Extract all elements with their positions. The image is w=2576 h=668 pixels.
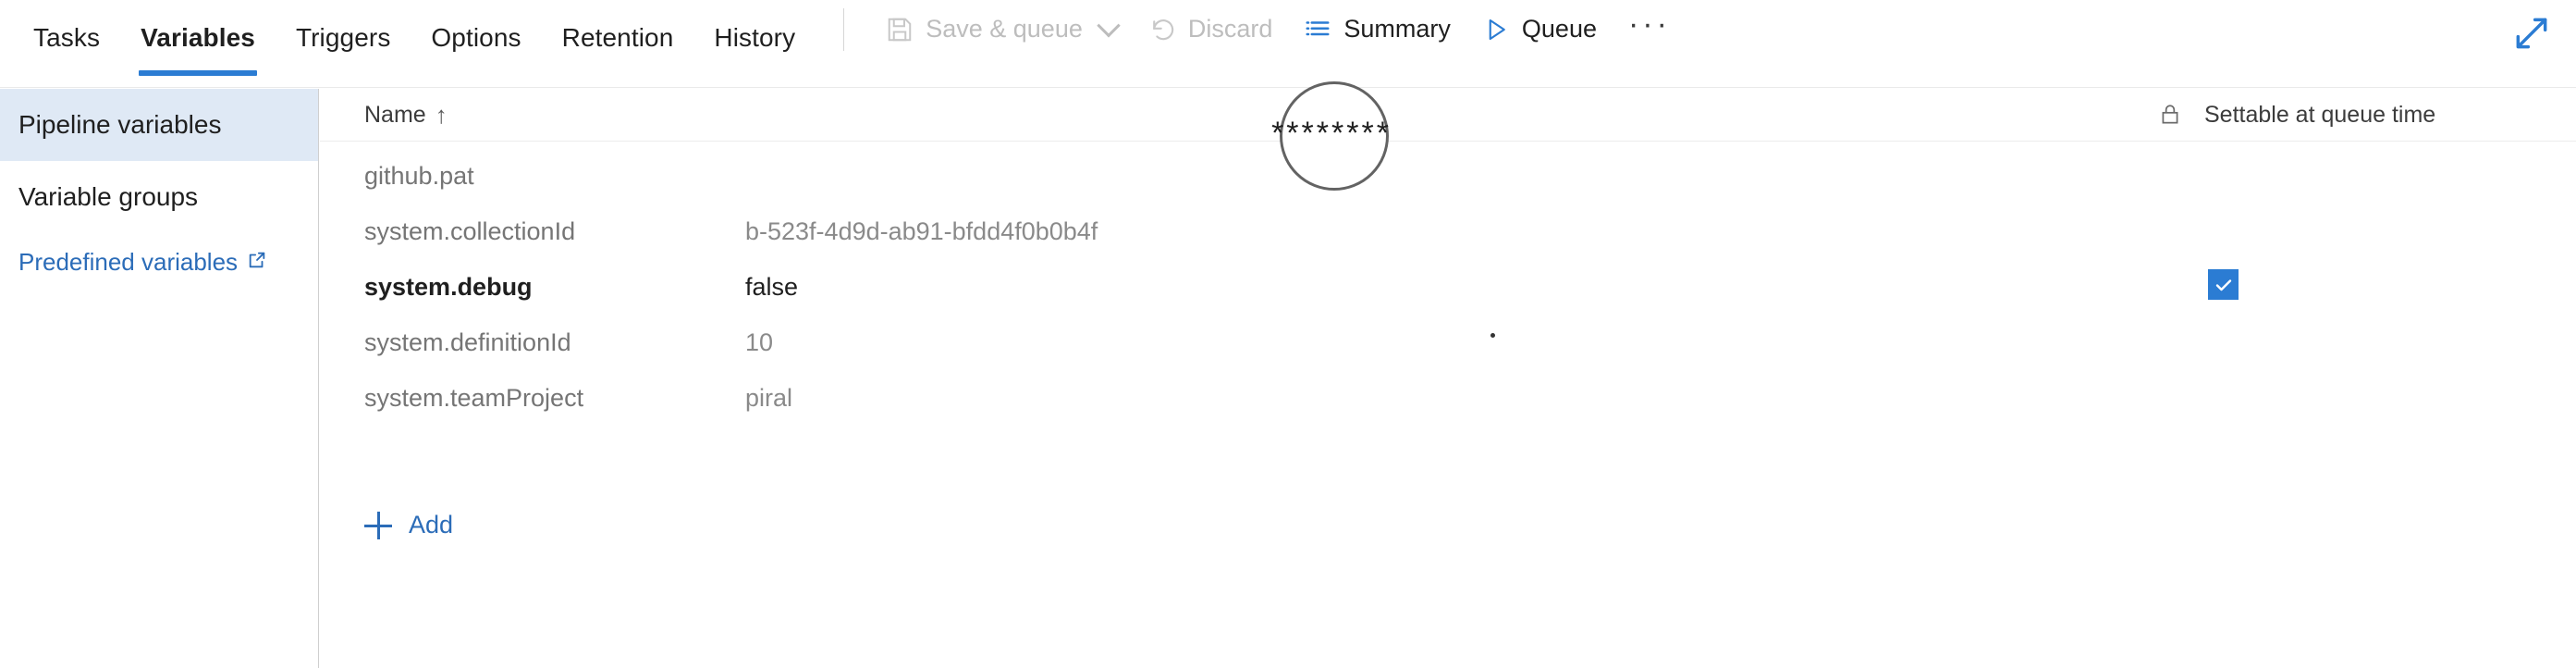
external-link-icon bbox=[247, 248, 267, 277]
variable-name-cell[interactable]: system.teamProject bbox=[364, 384, 583, 413]
sidebar-item-pipeline-variables[interactable]: Pipeline variables bbox=[0, 89, 318, 161]
toolbar-divider bbox=[843, 8, 845, 51]
variable-value-cell[interactable]: 10 bbox=[745, 328, 773, 357]
table-row[interactable]: system.collectionId b-523f-4d9d-ab91-bfd… bbox=[320, 217, 2576, 254]
summary-label: Summary bbox=[1343, 14, 1451, 43]
tab-retention[interactable]: Retention bbox=[542, 0, 694, 76]
tab-label: Triggers bbox=[295, 23, 391, 52]
sidebar-item-variable-groups[interactable]: Variable groups bbox=[0, 161, 318, 233]
variables-grid: Name ↑ Settable at queue time github.pat… bbox=[320, 89, 2576, 668]
tab-history[interactable]: History bbox=[693, 0, 816, 76]
chevron-down-icon[interactable] bbox=[1097, 14, 1121, 38]
top-navigation-bar: Tasks Variables Triggers Options Retenti… bbox=[0, 0, 2576, 88]
tab-variables[interactable]: Variables bbox=[120, 0, 276, 76]
tab-tasks[interactable]: Tasks bbox=[13, 0, 120, 76]
table-row[interactable]: system.debug false bbox=[320, 269, 2576, 310]
tab-triggers[interactable]: Triggers bbox=[276, 0, 411, 76]
column-header-name[interactable]: Name ↑ bbox=[364, 102, 448, 129]
queue-button[interactable]: Queue bbox=[1466, 0, 1613, 59]
discard-label: Discard bbox=[1187, 14, 1273, 43]
command-toolbar: Save & queue Discard Summary Queue ··· bbox=[870, 0, 1687, 59]
column-header-name-label: Name bbox=[364, 101, 426, 128]
table-row[interactable]: system.definitionId 10 bbox=[320, 328, 2576, 365]
discard-button[interactable]: Discard bbox=[1133, 0, 1289, 59]
pipeline-tab-list: Tasks Variables Triggers Options Retenti… bbox=[0, 0, 816, 88]
save-and-queue-label: Save & queue bbox=[926, 14, 1083, 43]
variable-value-cell[interactable]: piral bbox=[745, 384, 792, 413]
queue-label: Queue bbox=[1521, 14, 1597, 43]
undo-arrow-icon bbox=[1148, 16, 1176, 43]
tab-label: Retention bbox=[561, 23, 674, 52]
column-header-settable: Settable at queue time bbox=[2204, 101, 2436, 128]
settable-at-queue-time-checkbox[interactable] bbox=[2208, 269, 2239, 300]
play-triangle-icon bbox=[1482, 16, 1510, 43]
variable-value-cell[interactable]: false bbox=[745, 273, 798, 302]
sidebar-link-predefined-variables[interactable]: Predefined variables bbox=[0, 233, 318, 291]
grid-header-row: Name ↑ Settable at queue time bbox=[320, 89, 2576, 142]
add-variable-label: Add bbox=[409, 511, 454, 538]
save-and-queue-button[interactable]: Save & queue bbox=[870, 0, 1133, 59]
list-lines-icon bbox=[1304, 16, 1331, 43]
tab-label: Variables bbox=[141, 23, 255, 52]
tab-label: History bbox=[714, 23, 796, 52]
tab-options[interactable]: Options bbox=[411, 0, 541, 76]
table-row[interactable]: system.teamProject piral bbox=[320, 384, 2576, 421]
cursor-speck bbox=[1490, 333, 1495, 338]
variable-name-cell[interactable]: github.pat bbox=[364, 162, 474, 191]
tab-label: Tasks bbox=[33, 23, 101, 52]
variable-name-cell[interactable]: system.collectionId bbox=[364, 217, 575, 246]
plus-icon bbox=[364, 511, 392, 539]
summary-button[interactable]: Summary bbox=[1288, 0, 1466, 59]
variable-name-cell[interactable]: system.definitionId bbox=[364, 328, 571, 357]
variable-name-cell[interactable]: system.debug bbox=[364, 273, 533, 302]
sidebar-item-label: Pipeline variables bbox=[18, 110, 222, 139]
expand-diagonal-icon[interactable] bbox=[2506, 7, 2558, 59]
checkbox-checked[interactable] bbox=[2208, 269, 2239, 300]
add-variable-button[interactable]: Add bbox=[364, 511, 453, 539]
sort-ascending-icon: ↑ bbox=[435, 101, 448, 129]
sidebar-link-label: Predefined variables bbox=[18, 247, 239, 276]
floppy-disk-icon bbox=[886, 16, 914, 43]
tab-label: Options bbox=[431, 23, 521, 52]
more-actions-button[interactable]: ··· bbox=[1613, 0, 1687, 59]
table-row[interactable]: github.pat bbox=[320, 162, 2576, 199]
ellipsis-icon: ··· bbox=[1627, 6, 1671, 42]
variable-value-cell[interactable]: b-523f-4d9d-ab91-bfdd4f0b0b4f bbox=[745, 217, 1098, 246]
sidebar-item-label: Variable groups bbox=[18, 182, 199, 211]
padlock-icon bbox=[2158, 103, 2182, 127]
variables-sidebar: Pipeline variables Variable groups Prede… bbox=[0, 89, 319, 668]
